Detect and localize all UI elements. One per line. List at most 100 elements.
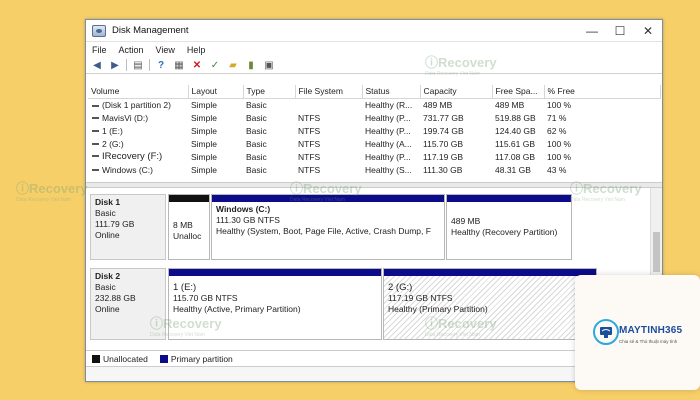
disk-icon[interactable]: ▮ — [244, 59, 258, 72]
volume-table: Volume Layout Type File System Status Ca… — [88, 85, 661, 176]
volume-cell: 1 (E:) — [88, 124, 188, 137]
toolbar-separator — [126, 59, 127, 71]
free-space-cell: 117.08 GB — [495, 151, 536, 162]
maximize-button[interactable]: ☐ — [606, 20, 634, 42]
disk-1-label[interactable]: Disk 1 Basic 111.79 GB Online — [90, 194, 166, 260]
disk-2-row: Disk 2 Basic 232.88 GB Online 1 (E:) 115… — [90, 268, 650, 340]
legend-unallocated: Unallocated — [92, 354, 148, 364]
status-cell: Healthy (S... — [365, 164, 412, 175]
file-system-cell: NTFS — [298, 125, 321, 136]
column-header-file-system[interactable]: File System — [295, 85, 363, 99]
free-space-cell: 48.31 GB — [495, 164, 531, 175]
column-header-free-space[interactable]: Free Spa... — [492, 85, 545, 99]
layout-cell: Simple — [191, 138, 217, 149]
disk-1-unallocated-partition[interactable]: 8 MB Unalloc — [168, 194, 210, 260]
legend-primary-partition: Primary partition — [159, 354, 233, 364]
table-header-row: Volume Layout Type File System Status Ca… — [88, 85, 661, 99]
status-cell: Healthy (A... — [365, 138, 412, 149]
file-system-cell: NTFS — [298, 138, 321, 149]
table-row[interactable]: IRecovery (F:) Simple Basic NTFS Healthy… — [88, 150, 660, 163]
volume-cell: 2 (G:) — [88, 137, 188, 150]
minimize-button[interactable]: — — [578, 20, 606, 42]
percent-free-cell: 62 % — [547, 125, 567, 136]
status-cell: Healthy (P... — [365, 125, 411, 136]
primary-partition-swatch — [159, 355, 168, 364]
volume-dash-icon — [92, 155, 99, 158]
volume-cell: MavisVi (D:) — [88, 111, 188, 124]
type-cell: Basic — [246, 138, 267, 149]
table-row[interactable]: Windows (C:) Simple Basic NTFS Healthy (… — [88, 163, 660, 176]
title-bar: Disk Management — ☐ ✕ — [86, 20, 662, 42]
file-system-cell: NTFS — [298, 112, 321, 123]
close-button[interactable]: ✕ — [634, 20, 662, 42]
properties-icon[interactable]: ▦ — [172, 59, 186, 72]
column-header-percent-free[interactable]: % Free — [544, 85, 661, 99]
table-row[interactable]: MavisVi (D:) Simple Basic NTFS Healthy (… — [88, 111, 660, 124]
column-header-layout[interactable]: Layout — [188, 85, 244, 99]
capacity-cell: 199.74 GB — [423, 125, 464, 136]
view-icon[interactable]: ▣ — [262, 59, 276, 72]
back-arrow-icon[interactable]: ◀ — [90, 59, 104, 72]
percent-free-cell: 100 % — [547, 99, 572, 110]
type-cell: Basic — [246, 99, 267, 110]
table-row[interactable]: 1 (E:) Simple Basic NTFS Healthy (P... 1… — [88, 124, 660, 137]
disk-2-label[interactable]: Disk 2 Basic 232.88 GB Online — [90, 268, 166, 340]
free-space-cell: 489 MB — [495, 99, 525, 110]
list-view-icon[interactable]: ▤ — [131, 59, 145, 72]
table-row[interactable]: 2 (G:) Simple Basic NTFS Healthy (A... 1… — [88, 137, 660, 150]
volume-cell: (Disk 1 partition 2) — [88, 98, 188, 111]
volume-dash-icon — [92, 117, 99, 120]
disk-1-recovery-partition[interactable]: 489 MB Healthy (Recovery Partition) — [446, 194, 572, 260]
disk-2-g-partition[interactable]: 2 (G:) 117.19 GB NTFS Healthy (Primary P… — [383, 268, 597, 340]
menu-bar: File Action View Help — [86, 42, 662, 57]
column-header-status[interactable]: Status — [362, 85, 421, 99]
check-icon[interactable]: ✓ — [208, 59, 222, 72]
delete-icon[interactable]: ✕ — [190, 59, 204, 72]
forward-arrow-icon[interactable]: ▶ — [108, 59, 122, 72]
help-icon[interactable]: ? — [154, 59, 168, 72]
file-system-cell: NTFS — [298, 164, 321, 175]
layout-cell: Simple — [191, 164, 217, 175]
layout-cell: Simple — [191, 125, 217, 136]
capacity-cell: 117.19 GB — [423, 151, 464, 162]
window-title: Disk Management — [112, 25, 189, 36]
disk-1-windows-partition[interactable]: Windows (C:) 111.30 GB NTFS Healthy (Sys… — [211, 194, 445, 260]
logo-tagline: Chia sẻ & Thủ thuật máy tính — [619, 339, 678, 344]
menu-file[interactable]: File — [92, 45, 107, 55]
column-header-capacity[interactable]: Capacity — [420, 85, 493, 99]
capacity-cell: 115.70 GB — [423, 138, 464, 149]
percent-free-cell: 43 % — [547, 164, 567, 175]
volume-dash-icon — [92, 143, 99, 146]
volume-dash-icon — [92, 104, 99, 107]
status-cell: Healthy (R... — [365, 99, 413, 110]
disk-management-icon — [92, 24, 106, 37]
free-space-cell: 124.40 GB — [495, 125, 536, 136]
layout-cell: Simple — [191, 99, 217, 110]
menu-help[interactable]: Help — [187, 45, 206, 55]
column-header-volume[interactable]: Volume — [88, 85, 189, 99]
type-cell: Basic — [246, 112, 267, 123]
type-cell: Basic — [246, 164, 267, 175]
volume-cell: IRecovery (F:) — [88, 150, 188, 163]
watermark-logo: ⓘRecovery Data Recovery Viet Nam — [16, 181, 88, 203]
table-row[interactable]: (Disk 1 partition 2) Simple Basic Health… — [88, 98, 660, 111]
layout-cell: Simple — [191, 151, 217, 162]
capacity-cell: 111.30 GB — [423, 164, 463, 175]
menu-action[interactable]: Action — [119, 45, 144, 55]
free-space-cell: 115.61 GB — [495, 138, 536, 149]
type-cell: Basic — [246, 151, 267, 162]
menu-view[interactable]: View — [156, 45, 175, 55]
toolbar: ◀ ▶ ▤ ? ▦ ✕ ✓ ▰ ▮ ▣ — [86, 57, 662, 74]
percent-free-cell: 100 % — [547, 151, 572, 162]
volume-dash-icon — [92, 130, 99, 133]
layout-cell: Simple — [191, 112, 217, 123]
volume-dash-icon — [92, 169, 99, 172]
folder-icon[interactable]: ▰ — [226, 59, 240, 72]
free-space-cell: 519.88 GB — [495, 112, 536, 123]
status-cell: Healthy (P... — [365, 112, 411, 123]
capacity-cell: 489 MB — [423, 99, 453, 110]
disk-2-e-partition[interactable]: 1 (E:) 115.70 GB NTFS Healthy (Active, P… — [168, 268, 382, 340]
column-header-type[interactable]: Type — [243, 85, 296, 99]
disk-1-row: Disk 1 Basic 111.79 GB Online 8 MB Unall… — [90, 194, 650, 260]
scrollbar-thumb[interactable] — [653, 232, 660, 272]
